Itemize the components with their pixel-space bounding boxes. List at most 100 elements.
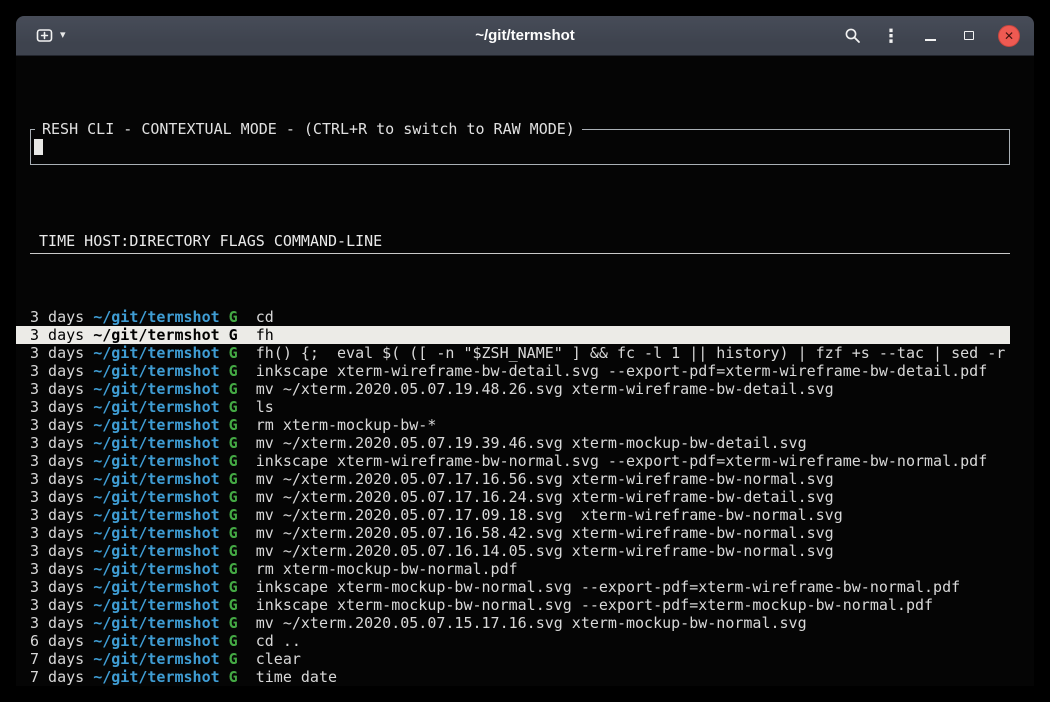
row-command: inkscape xterm-mockup-bw-normal.svg --ex… (256, 578, 960, 596)
row-flags: G (229, 326, 238, 344)
row-flags: G (229, 596, 238, 614)
row-host-directory: ~/git/termshot (93, 578, 219, 596)
row-time: 7 days (30, 650, 84, 668)
history-row[interactable]: 3 days~/git/termshotGmv ~/xterm.2020.05.… (30, 488, 1010, 506)
row-host-directory: ~/git/termshot (93, 596, 219, 614)
row-time: 3 days (30, 524, 84, 542)
row-command: clear (256, 650, 301, 668)
text-cursor (34, 139, 43, 155)
row-flags: G (229, 524, 238, 542)
new-tab-icon (36, 28, 53, 43)
restore-icon (964, 31, 974, 40)
row-time: 3 days (30, 506, 84, 524)
row-time: 3 days (30, 434, 84, 452)
row-flags: G (229, 470, 238, 488)
row-time: 3 days (30, 308, 84, 326)
history-row[interactable]: 3 days~/git/termshotGmv ~/xterm.2020.05.… (30, 470, 1010, 488)
history-row[interactable]: 3 days~/git/termshotGinkscape xterm-mock… (30, 596, 1010, 614)
row-host-directory: ~/git/termshot (93, 506, 219, 524)
history-row[interactable]: 3 days ~/git/termshot Grm xterm-mockup-bw-… (30, 560, 1010, 578)
row-flags: G (229, 308, 238, 326)
row-host-directory: ~/git/termshot (93, 560, 219, 578)
history-row[interactable]: 3 days~/git/termshotGmv ~/xterm.2020.05.… (30, 434, 1010, 452)
chevron-down-icon: ▾ (60, 30, 66, 41)
row-time: 3 days (30, 578, 84, 596)
row-time: 6 days (30, 632, 84, 650)
history-row[interactable]: 3 days~/git/termshotGfh (16, 326, 1010, 344)
resh-search-box[interactable]: RESH CLI - CONTEXTUAL MODE - (CTRL+R to … (30, 129, 1010, 165)
restore-button[interactable] (959, 26, 979, 46)
row-flags: G (229, 434, 238, 452)
row-flags: G (229, 344, 238, 362)
history-row[interactable]: 3 days~/git/termshotGinkscape xterm-wire… (30, 452, 1010, 470)
row-command: fh (256, 326, 274, 344)
new-tab-button[interactable]: ▾ (30, 24, 72, 47)
row-command: inkscape xterm-wireframe-bw-normal.svg -… (256, 452, 988, 470)
row-flags: G (229, 416, 238, 434)
row-command: inkscape xterm-mockup-bw-normal.svg --ex… (256, 596, 933, 614)
history-row[interactable]: 3 days~/git/termshotGls (30, 398, 1010, 416)
history-row[interactable]: 3 days ~/git/termshot Ginkscape xterm-mock… (30, 578, 1010, 596)
menu-kebab-icon[interactable]: ⋮ (881, 26, 901, 46)
row-command: mv ~/xterm.2020.05.07.19.48.26.svg xterm… (256, 380, 834, 398)
row-flags: G (229, 380, 238, 398)
row-flags: G (229, 362, 238, 380)
history-row[interactable]: 3 days ~/git/termshot Gmv ~/xterm.2020.05.… (30, 506, 1010, 524)
history-row[interactable]: 7 days~/git/termshotGtime date (30, 668, 1010, 686)
row-host-directory: ~/git/termshot (93, 614, 219, 632)
row-host-directory: ~/git/termshot (93, 452, 219, 470)
history-row[interactable]: 3 days~/git/termshotGmv ~/xterm.2020.05.… (30, 524, 1010, 542)
row-time: 3 days (30, 344, 84, 362)
row-host-directory: ~/git/termshot (93, 650, 219, 668)
terminal-window: ▾ ~/git/termshot ⋮ ✕ RESH CLI - CONTEXTU… (16, 16, 1034, 686)
row-time: 3 days (30, 362, 84, 380)
history-row[interactable]: 3 days~/git/termshotGmv ~/xterm.2020.05.… (30, 542, 1010, 560)
row-host-directory: ~/git/termshot (93, 524, 219, 542)
row-time: 3 days (30, 560, 84, 578)
row-command: mv ~/xterm.2020.05.07.17.16.24.svg xterm… (256, 488, 834, 506)
history-row[interactable]: 3 days~/git/termshotGmv ~/xterm.2020.05.… (30, 614, 1010, 632)
row-command: mv ~/xterm.2020.05.07.16.14.05.svg xterm… (256, 542, 834, 560)
row-flags: G (229, 614, 238, 632)
history-row[interactable]: 7 days~/git/termshotGclear (30, 650, 1010, 668)
row-host-directory: ~/git/termshot (93, 326, 219, 344)
row-time: 3 days (30, 416, 84, 434)
row-time: 3 days (30, 488, 84, 506)
search-icon[interactable] (842, 26, 862, 46)
row-flags: G (229, 560, 238, 578)
row-command: rm xterm-mockup-bw-normal.pdf (256, 560, 518, 578)
minimize-button[interactable] (920, 26, 940, 46)
row-host-directory: ~/git/termshot (93, 488, 219, 506)
row-host-directory: ~/git/termshot (93, 542, 219, 560)
row-host-directory: ~/git/termshot (93, 668, 219, 686)
row-host-directory: ~/git/termshot (93, 434, 219, 452)
history-row[interactable]: 6 days~/git/termshotGcd .. (30, 632, 1010, 650)
history-row[interactable]: 3 days~/git/termshotGmv ~/xterm.2020.05.… (30, 380, 1010, 398)
row-host-directory: ~/git/termshot (93, 416, 219, 434)
titlebar[interactable]: ▾ ~/git/termshot ⋮ ✕ (16, 16, 1034, 56)
close-button[interactable]: ✕ (998, 25, 1020, 47)
row-command: inkscape xterm-wireframe-bw-detail.svg -… (256, 362, 988, 380)
window-title: ~/git/termshot (250, 27, 800, 44)
row-flags: G (229, 578, 238, 596)
row-flags: G (229, 632, 238, 650)
row-command: cd (256, 308, 274, 326)
row-command: mv ~/xterm.2020.05.07.17.09.18.svg xterm… (256, 506, 843, 524)
row-host-directory: ~/git/termshot (93, 398, 219, 416)
history-row[interactable]: 3 days ~/git/termshot Ginkscape xterm-wire… (30, 362, 1010, 380)
history-row[interactable]: 3 days~/git/termshotGfh() {; eval $( ([ … (30, 344, 1010, 362)
history-row[interactable]: 3 days ~/git/termshot Grm xterm-mockup-bw-… (30, 416, 1010, 434)
history-row[interactable]: 3 days~/git/termshotGcd (30, 308, 1010, 326)
row-command: mv ~/xterm.2020.05.07.15.17.16.svg xterm… (256, 614, 807, 632)
row-flags: G (229, 506, 238, 524)
row-flags: G (229, 452, 238, 470)
row-host-directory: ~/git/termshot (93, 362, 219, 380)
row-command: cd .. (256, 632, 301, 650)
titlebar-right: ⋮ ✕ (800, 25, 1020, 47)
row-time: 7 days (30, 668, 84, 686)
row-flags: G (229, 398, 238, 416)
row-command: rm xterm-mockup-bw-* (256, 416, 437, 434)
row-host-directory: ~/git/termshot (93, 470, 219, 488)
row-host-directory: ~/git/termshot (93, 380, 219, 398)
row-time: 3 days (30, 398, 84, 416)
